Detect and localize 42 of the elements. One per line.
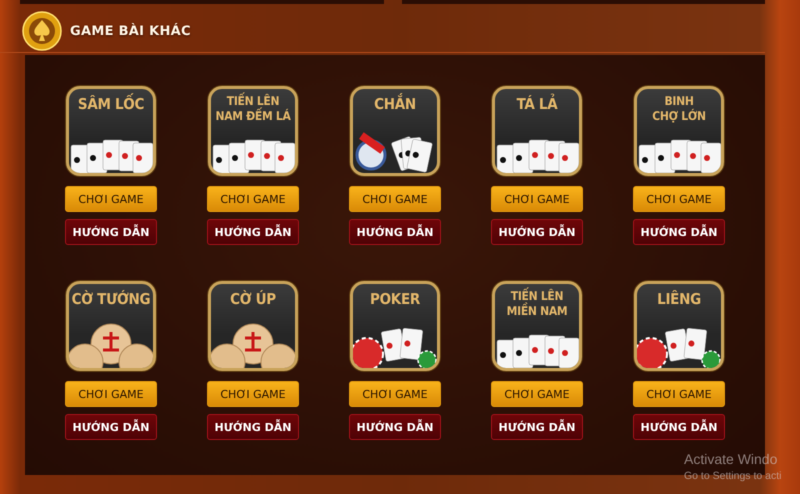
guide-button[interactable]: HƯỚNG DẪN	[65, 414, 157, 440]
guide-button[interactable]: HƯỚNG DẪN	[491, 219, 583, 245]
play-game-button[interactable]: CHƠI GAME	[207, 381, 299, 407]
play-game-button[interactable]: CHƠI GAME	[349, 381, 441, 407]
game-tile[interactable]: BINH CHỢ LỚN	[634, 86, 724, 176]
game-title: CHẮN	[374, 94, 416, 114]
guide-button[interactable]: HƯỚNG DẪN	[207, 219, 299, 245]
game-tile[interactable]: CỜ TƯỚNG	[66, 281, 156, 371]
guide-button[interactable]: HƯỚNG DẪN	[349, 414, 441, 440]
game-title: CỜ ÚP	[230, 289, 276, 309]
play-game-button[interactable]: CHƠI GAME	[207, 186, 299, 212]
play-game-button[interactable]: CHƠI GAME	[491, 186, 583, 212]
game-tile[interactable]: TIẾN LÊN MIỀN NAM	[492, 281, 582, 371]
play-game-button[interactable]: CHƠI GAME	[633, 381, 725, 407]
play-game-button[interactable]: CHƠI GAME	[491, 381, 583, 407]
spade-logo-icon	[22, 11, 62, 51]
game-tile[interactable]: TIẾN LÊN NAM ĐẾM LÁ	[208, 86, 298, 176]
game-title: BINH CHỢ LỚN	[652, 94, 706, 124]
section-title: GAME BÀI KHÁC	[70, 24, 191, 38]
game-title: SÂM LỐC	[78, 94, 144, 114]
game-tile[interactable]: CHẮN	[350, 86, 440, 176]
guide-button[interactable]: HƯỚNG DẪN	[491, 414, 583, 440]
game-tile[interactable]: SÂM LỐC	[66, 86, 156, 176]
guide-button[interactable]: HƯỚNG DẪN	[633, 414, 725, 440]
play-game-button[interactable]: CHƠI GAME	[65, 186, 157, 212]
game-tile[interactable]: CỜ ÚP	[208, 281, 298, 371]
guide-button[interactable]: HƯỚNG DẪN	[349, 219, 441, 245]
game-title: TÁ LẢ	[516, 94, 558, 114]
game-title: LIÊNG	[657, 289, 701, 309]
guide-button[interactable]: HƯỚNG DẪN	[65, 219, 157, 245]
game-title: TIẾN LÊN MIỀN NAM	[506, 289, 568, 319]
play-game-button[interactable]: CHƠI GAME	[65, 381, 157, 407]
game-tile[interactable]: LIÊNG	[634, 281, 724, 371]
play-game-button[interactable]: CHƠI GAME	[633, 186, 725, 212]
game-tile[interactable]: TÁ LẢ	[492, 86, 582, 176]
game-tile[interactable]: POKER	[350, 281, 440, 371]
guide-button[interactable]: HƯỚNG DẪN	[207, 414, 299, 440]
game-title: POKER	[370, 289, 420, 309]
guide-button[interactable]: HƯỚNG DẪN	[633, 219, 725, 245]
game-title: TIẾN LÊN NAM ĐẾM LÁ	[215, 94, 291, 124]
play-game-button[interactable]: CHƠI GAME	[349, 186, 441, 212]
game-title: CỜ TƯỚNG	[72, 289, 150, 309]
